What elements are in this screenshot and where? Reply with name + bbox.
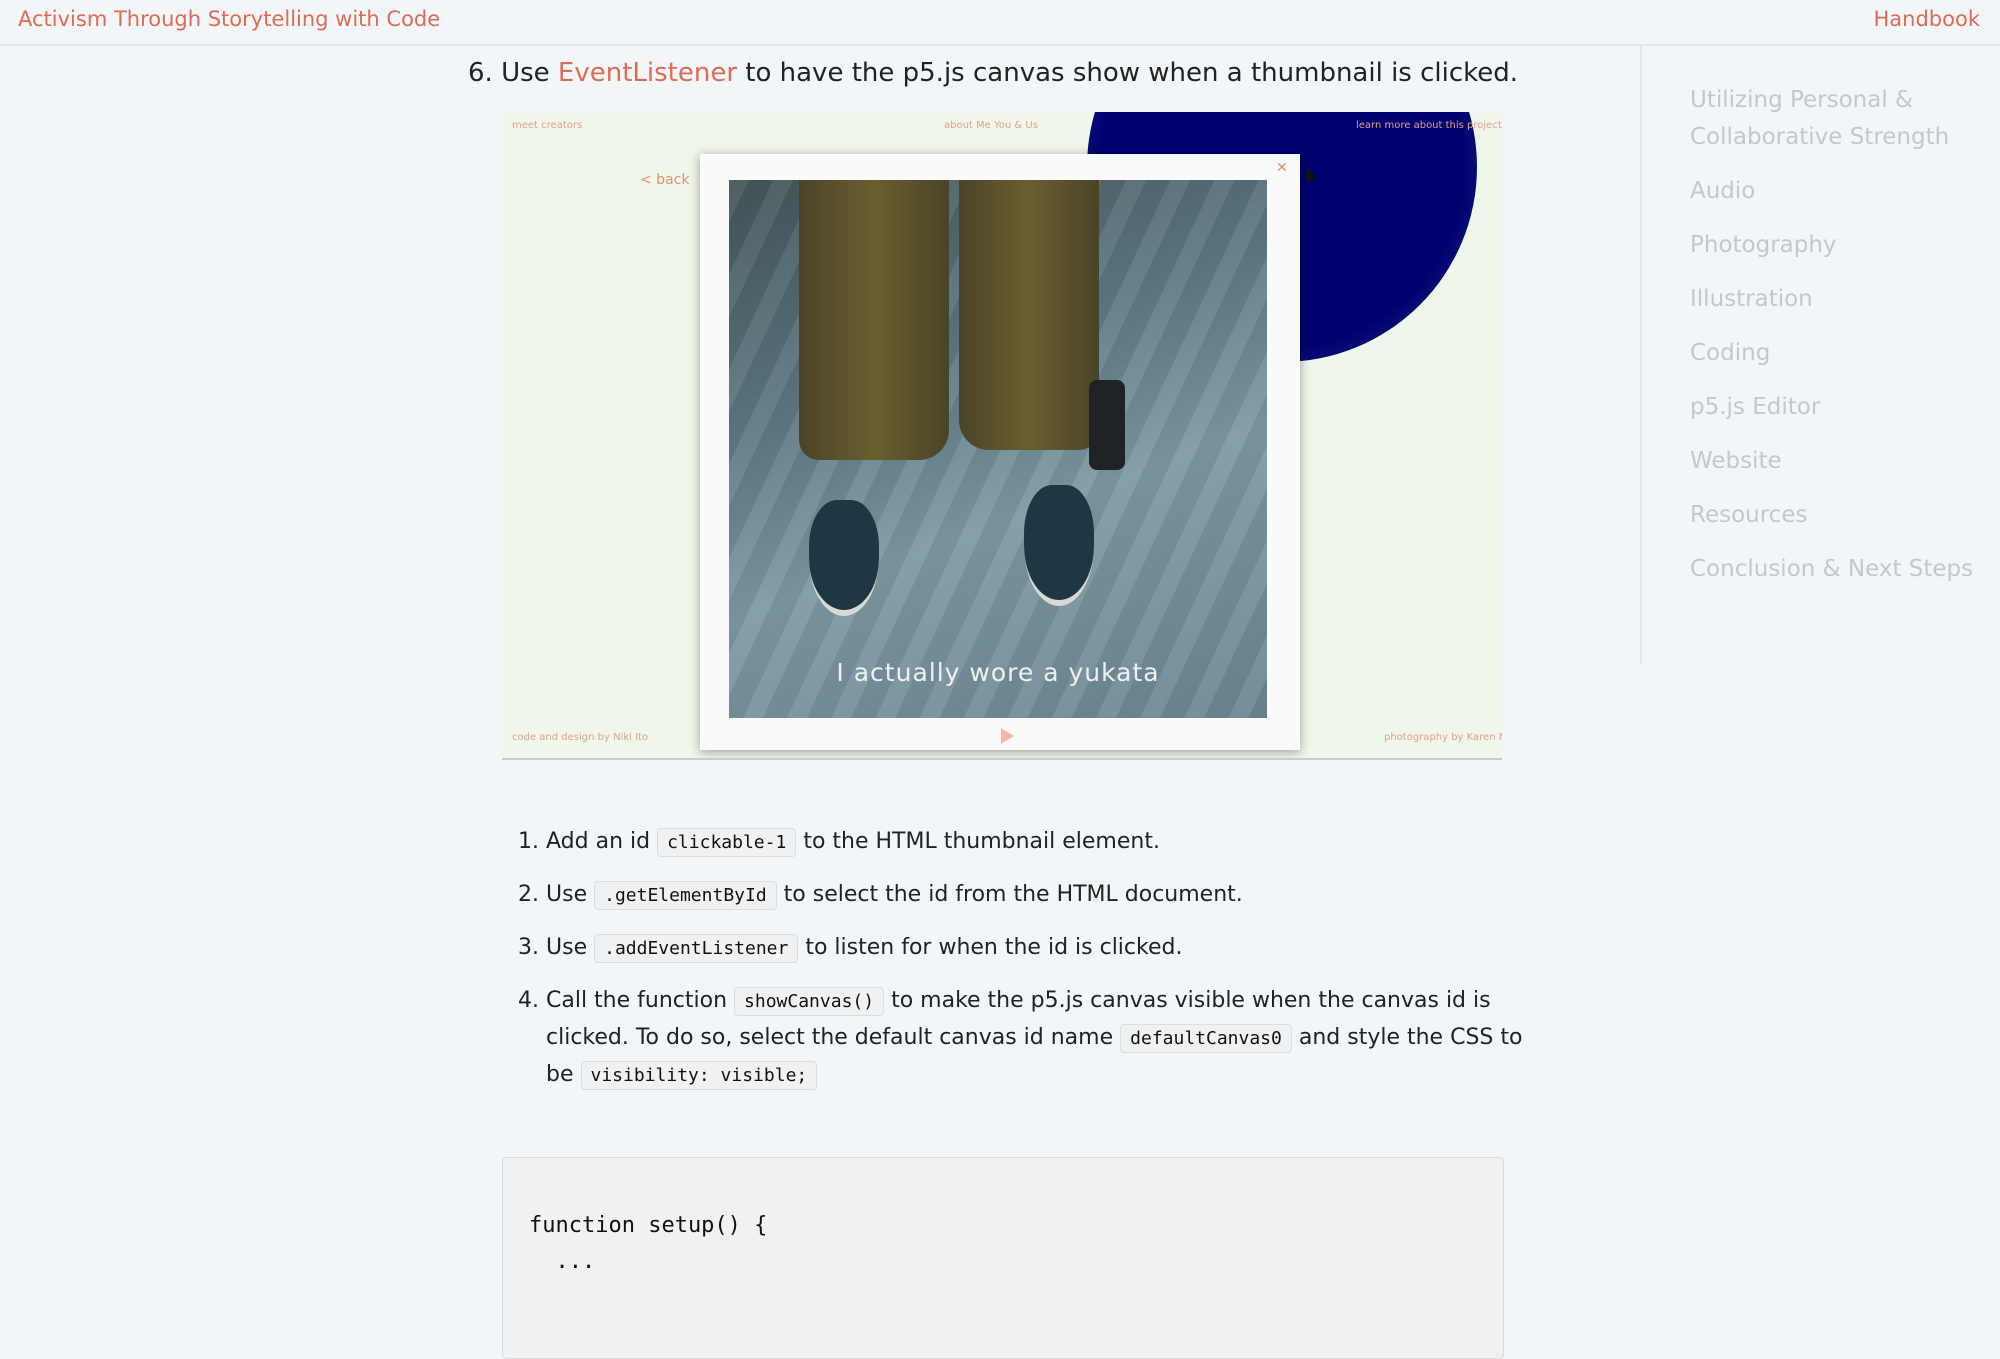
toc-item-illustration[interactable]: Illustration — [1690, 281, 1990, 318]
step-text: Add an id — [546, 829, 651, 854]
left-pant-leg — [799, 180, 949, 460]
top-bar: Activism Through Storytelling with Code … — [0, 0, 2000, 46]
toc-item-audio[interactable]: Audio — [1690, 173, 1990, 210]
toc-item-coding[interactable]: Coding — [1690, 335, 1990, 372]
code-snippet: showCanvas() — [734, 987, 885, 1016]
toc-item-conclusion[interactable]: Conclusion & Next Steps — [1690, 551, 1990, 588]
play-icon — [1001, 728, 1014, 744]
step-number: 6. — [468, 58, 493, 88]
step-prefix: Use — [501, 58, 550, 88]
toc-item-website[interactable]: Website — [1690, 443, 1990, 480]
right-pant-leg — [959, 180, 1099, 450]
eventlistener-link[interactable]: EventListener — [558, 58, 737, 88]
demo-screenshot: meet creators about Me You & Us learn mo… — [502, 112, 1502, 760]
toc-item-photography[interactable]: Photography — [1690, 227, 1990, 264]
list-item: Use .addEventListener to listen for when… — [546, 930, 1536, 967]
handbook-link[interactable]: Handbook — [1874, 7, 1981, 31]
step-text: to the HTML thumbnail element. — [803, 829, 1160, 854]
step-text: Use — [546, 935, 588, 960]
shot-back-link: < back — [640, 172, 690, 188]
code-snippet: .addEventListener — [594, 934, 799, 963]
code-block: function setup() { ... — [502, 1157, 1504, 1359]
shot-nav-learn-more: learn more about this project — [1356, 120, 1502, 131]
list-item: Call the function showCanvas() to make t… — [546, 983, 1536, 1094]
step-suffix: to have the p5.js canvas show when a thu… — [745, 58, 1519, 88]
shot-nav-meet-creators: meet creators — [512, 120, 583, 131]
shot-credit-code: code and design by Niki Ito — [512, 732, 649, 743]
code-snippet: clickable-1 — [657, 828, 797, 857]
table-of-contents: Utilizing Personal & Collaborative Stren… — [1640, 44, 2000, 664]
toc-item-resources[interactable]: Resources — [1690, 497, 1990, 534]
list-item: Add an id clickable-1 to the HTML thumbn… — [546, 824, 1536, 861]
code-line: function setup() { — [529, 1213, 768, 1238]
step-heading: 6. Use EventListener to have the p5.js c… — [468, 58, 1518, 88]
code-line: ... — [529, 1249, 596, 1274]
hanging-phone — [1089, 380, 1125, 470]
toc-item-collaborative-strength[interactable]: Utilizing Personal & Collaborative Stren… — [1690, 82, 1990, 156]
code-snippet: defaultCanvas0 — [1120, 1024, 1292, 1053]
step-text: Call the function — [546, 988, 728, 1013]
step-text: to listen for when the id is clicked. — [805, 935, 1183, 960]
step-text: to select the id from the HTML document. — [783, 882, 1243, 907]
left-shoe — [809, 500, 879, 616]
step-text: Use — [546, 882, 588, 907]
instruction-list: Add an id clickable-1 to the HTML thumbn… — [524, 824, 1536, 1110]
shot-nav-about: about Me You & Us — [944, 120, 1038, 131]
list-item: Use .getElementById to select the id fro… — [546, 877, 1536, 914]
photo-caption: I actually wore a yukata — [836, 658, 1160, 687]
code-snippet: visibility: visible; — [580, 1061, 818, 1090]
right-shoe — [1024, 485, 1094, 606]
canvas-popup-frame: I actually wore a yukata ✕ — [700, 154, 1300, 750]
site-title-link[interactable]: Activism Through Storytelling with Code — [18, 7, 440, 31]
close-icon: ✕ — [1276, 160, 1288, 176]
toc-item-p5js-editor[interactable]: p5.js Editor — [1690, 389, 1990, 426]
shot-credit-photo: photography by Karen Miko — [1384, 732, 1502, 743]
code-snippet: .getElementById — [594, 881, 777, 910]
yukata-photo: I actually wore a yukata — [729, 180, 1267, 718]
